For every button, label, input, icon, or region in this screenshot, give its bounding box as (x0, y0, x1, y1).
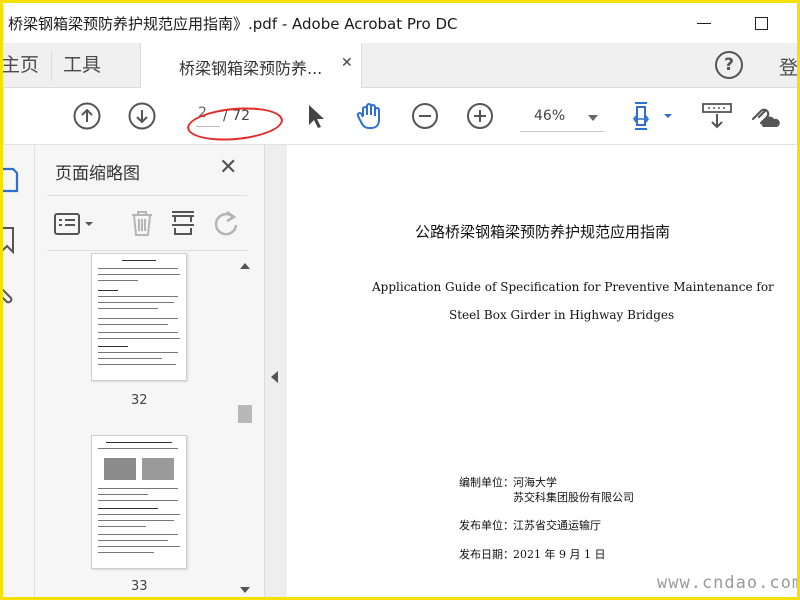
divider (47, 250, 247, 251)
document-view[interactable]: 公路桥梁钢箱梁预防养护规范应用指南 Application Guide of S… (287, 145, 797, 597)
compiler-2: 苏交科集团股份有限公司 (513, 491, 634, 504)
divider (47, 195, 247, 196)
compiler-label: 编制单位： (459, 476, 514, 489)
document-title-en-line2: Steel Box Girder in Highway Bridges (449, 308, 675, 322)
fit-page-icon[interactable] (631, 101, 675, 131)
bookmark-icon[interactable] (3, 225, 21, 259)
panel-title: 页面缩略图 (55, 164, 140, 184)
thumb-image (142, 458, 174, 480)
thumb-image (104, 458, 136, 480)
compiler-1: 河海大学 (513, 476, 557, 489)
previous-page-icon[interactable] (72, 101, 102, 131)
publish-date: 2021 年 9 月 1 日 (513, 548, 606, 561)
close-tab-icon[interactable]: ✕ (341, 55, 355, 75)
thumb-text-line (98, 546, 180, 547)
navigation-rail (3, 145, 35, 597)
collapse-arrow-icon[interactable] (271, 371, 278, 383)
thumb-text-line (98, 324, 168, 325)
chevron-down-icon (588, 115, 598, 121)
thumb-text-line (98, 302, 174, 303)
panel-splitter[interactable] (265, 145, 287, 597)
insert-page-icon[interactable] (168, 208, 198, 242)
thumb-text-line (98, 488, 178, 489)
toolbar: 2 / 72 46% (3, 88, 797, 145)
zoom-value: 46% (534, 108, 566, 124)
scroll-down-icon[interactable] (240, 587, 250, 593)
publisher-label: 发布单位： (459, 519, 514, 532)
select-cursor-icon[interactable] (301, 101, 331, 131)
thumb-text-line (98, 338, 180, 339)
page-thumbnail-33[interactable] (91, 435, 187, 569)
thumbnail-label: 33 (131, 579, 148, 594)
thumb-text-line (98, 280, 138, 281)
tab-separator (51, 51, 52, 81)
scroll-up-icon[interactable] (240, 263, 250, 269)
thumb-text-line (98, 520, 174, 521)
attachment-icon[interactable] (3, 280, 21, 314)
sign-in-link[interactable]: 登 (779, 53, 797, 80)
tab-document-label: 桥梁钢箱梁预防养... (179, 59, 323, 78)
app-window: 桥梁钢箱梁预防养护规范应用指南》.pdf - Adobe Acrobat Pro… (0, 0, 800, 600)
thumb-heading (106, 442, 172, 443)
thumb-heading (122, 260, 156, 261)
delete-page-icon[interactable] (127, 208, 157, 242)
tab-document[interactable]: 桥梁钢箱梁预防养... ✕ (140, 43, 362, 88)
date-label: 发布日期： (459, 548, 514, 561)
thumbnail-scrollbar[interactable] (235, 257, 255, 597)
panel-toolbar (47, 200, 247, 250)
publisher: 江苏省交通运输厅 (513, 519, 601, 532)
thumb-text-line (98, 296, 178, 297)
minimize-button[interactable] (693, 11, 717, 35)
cloud-link-icon[interactable] (747, 101, 783, 131)
thumb-text-line (98, 514, 180, 515)
help-icon[interactable]: ? (715, 51, 743, 79)
tab-tools[interactable]: 工具 (63, 43, 123, 88)
rotate-page-icon[interactable] (211, 208, 241, 242)
zoom-out-icon[interactable] (410, 101, 440, 131)
thumb-text-line (98, 508, 158, 509)
scrollbar-thumb[interactable] (238, 405, 252, 423)
hand-tool-icon[interactable] (354, 101, 384, 131)
thumb-text-line (98, 494, 148, 495)
tab-bar: 主页 工具 桥梁钢箱梁预防养... ✕ ? 登 (3, 43, 797, 88)
tab-home[interactable]: 主页 (3, 43, 49, 88)
thumb-text-line (98, 448, 178, 449)
thumb-text-line (98, 358, 162, 359)
document-title-cn: 公路桥梁钢箱梁预防养护规范应用指南 (415, 223, 671, 241)
thumb-text-line (98, 332, 178, 333)
zoom-in-icon[interactable] (465, 101, 495, 131)
thumb-text-line (98, 364, 176, 365)
thumbnail-label: 32 (131, 393, 148, 408)
download-icon[interactable] (700, 101, 734, 131)
thumb-text-line (98, 308, 158, 309)
thumb-text-line (98, 290, 118, 291)
thumb-text-line (98, 274, 180, 275)
thumb-text-line (98, 346, 128, 347)
window-title: 桥梁钢箱梁预防养护规范应用指南》.pdf - Adobe Acrobat Pro… (8, 15, 458, 33)
thumb-text-line (98, 500, 178, 501)
close-panel-icon[interactable]: ✕ (219, 157, 239, 179)
thumb-text-line (98, 318, 178, 319)
page-thumbnails-icon[interactable] (3, 165, 21, 199)
thumb-text-line (98, 534, 178, 535)
title-bar: 桥梁钢箱梁预防养护规范应用指南》.pdf - Adobe Acrobat Pro… (3, 3, 797, 43)
maximize-button[interactable] (749, 11, 773, 35)
thumb-text-line (98, 352, 178, 353)
options-menu-icon[interactable] (53, 210, 99, 242)
thumbnails-panel: 页面缩略图 ✕ 32 33 (35, 145, 265, 597)
thumb-text-line (98, 540, 168, 541)
next-page-icon[interactable] (127, 101, 157, 131)
document-title-en-line1: Application Guide of Specification for P… (372, 280, 774, 294)
zoom-dropdown[interactable]: 46% (520, 102, 604, 132)
page-thumbnail-32[interactable] (91, 253, 187, 381)
thumb-text-line (98, 526, 146, 527)
watermark: www.cndao.com (657, 573, 800, 593)
thumb-text-line (98, 552, 154, 553)
thumb-text-line (98, 268, 178, 269)
